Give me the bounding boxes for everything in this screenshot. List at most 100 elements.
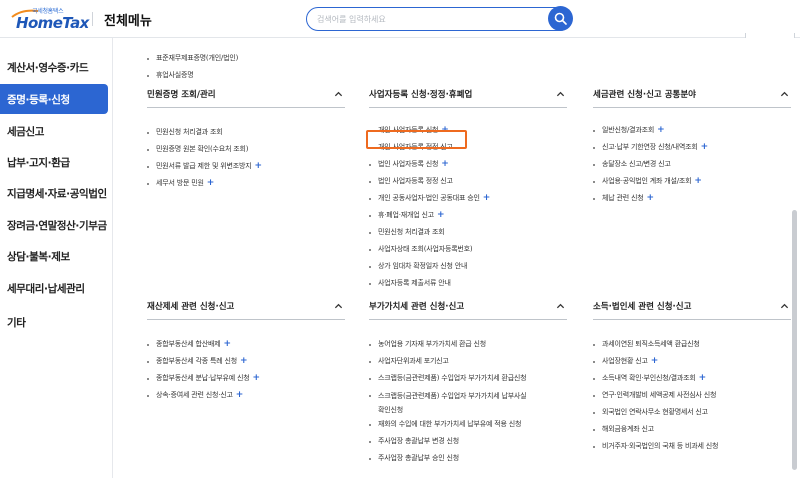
menu-link-label: 송달장소 신고/변경 신고: [602, 160, 671, 168]
plus-icon[interactable]: +: [694, 176, 702, 186]
menu-link[interactable]: 종합부동산세 분납·납부유예 신청 +: [147, 370, 260, 387]
plus-icon[interactable]: +: [699, 373, 707, 383]
section-list: 농어업용 기자재 부가가치세 환급 신청사업자단위과세 포기신고스크랩등(금관련…: [369, 336, 569, 467]
sidebar-item-label: 계산서·영수증·카드: [7, 61, 89, 74]
scrollbar[interactable]: [792, 210, 797, 470]
menu-link-label: 일반신청/결과조회: [602, 126, 655, 134]
sidebar-item[interactable]: 세무대리·납세관리: [0, 273, 108, 303]
menu-link[interactable]: 세무서 방문 민원 +: [147, 175, 262, 192]
plus-icon[interactable]: +: [483, 193, 491, 203]
menu-link[interactable]: 민원신청 처리결과 조회: [147, 124, 262, 141]
chevron-up-icon[interactable]: [780, 90, 789, 99]
plus-icon[interactable]: +: [207, 178, 215, 188]
menu-link[interactable]: 비거주자·외국법인의 국채 등 비과세 신청: [593, 438, 718, 455]
menu-link[interactable]: 사업장현황 신고 +: [593, 353, 718, 370]
menu-link-label: 사업장현황 신고: [602, 357, 648, 365]
menu-link[interactable]: 사업자등록 제출서류 안내: [369, 275, 490, 292]
plus-icon[interactable]: +: [701, 142, 709, 152]
sidebar-item[interactable]: 계산서·영수증·카드: [0, 52, 108, 82]
menu-link[interactable]: 과세이연된 퇴직소득세액 환급신청: [593, 336, 718, 353]
menu-link[interactable]: 외국법인 연락사무소 현황명세서 신고: [593, 404, 718, 421]
section-header[interactable]: 부가가치세 관련 신청·신고: [369, 300, 567, 320]
menu-link-label: 스크랩등(금관련제품) 수입업자 부가가치세 납부사실: [378, 392, 527, 400]
menu-link[interactable]: 스크랩등(금관련제품) 수입업자 부가가치세 환급신청: [369, 370, 569, 387]
sidebar-item[interactable]: 상담·불복·제보: [0, 241, 108, 271]
menu-link[interactable]: 신고·납부 기한연장 신청/내역조회 +: [593, 139, 708, 156]
plus-icon[interactable]: +: [651, 356, 659, 366]
menu-link-label: 휴·폐업·재개업 신고: [378, 211, 434, 219]
menu-link[interactable]: 종합부동산세 합산배제 +: [147, 336, 260, 353]
sidebar-item[interactable]: 세금신고: [0, 116, 108, 146]
menu-link[interactable]: 연구·인력개발비 세액공제 사전심사 신청: [593, 387, 718, 404]
sidebar-item-label: 납부·고지·환급: [7, 156, 70, 169]
menu-link[interactable]: 민원신청 처리결과 조회: [369, 224, 490, 241]
sidebar-item[interactable]: 기타: [0, 307, 108, 337]
menu-link[interactable]: 체납 관련 신청 +: [593, 190, 708, 207]
chevron-up-icon[interactable]: [334, 302, 343, 311]
sidebar-item[interactable]: 증명·등록·신청: [0, 84, 108, 114]
menu-link[interactable]: 표준재무제표증명(개인/법인): [147, 50, 238, 67]
plus-icon[interactable]: +: [657, 125, 665, 135]
menu-link[interactable]: 법인 사업자등록 정정 신고: [369, 173, 490, 190]
plus-icon[interactable]: +: [647, 193, 655, 203]
menu-link-label: 재화의 수입에 대한 부가가치세 납부유예 적용 신청: [378, 420, 522, 428]
sidebar-item-label: 세무대리·납세관리: [7, 282, 85, 295]
menu-link-label: 농어업용 기자재 부가가치세 환급 신청: [378, 340, 486, 348]
section-header[interactable]: 재산제세 관련 신청·신고: [147, 300, 345, 320]
hometax-logo[interactable]: 국세청홈택스 HomeTax: [10, 6, 89, 34]
menu-link-label: 종합부동산세 분납·납부유예 신청: [156, 374, 250, 382]
menu-link[interactable]: 소득내역 확인·부인신청/결과조회 +: [593, 370, 718, 387]
menu-link[interactable]: 상속·증여세 관련 신청·신고 +: [147, 387, 260, 404]
menu-link[interactable]: 주사업장 총괄납부 변경 신청: [369, 433, 569, 450]
menu-link-label: 사업자단위과세 포기신고: [378, 357, 449, 365]
menu-link[interactable]: 사업자단위과세 포기신고: [369, 353, 569, 370]
menu-link-label: 해외금융계좌 신고: [602, 425, 654, 433]
plus-icon[interactable]: +: [240, 356, 248, 366]
menu-link[interactable]: 스크랩등(금관련제품) 수입업자 부가가치세 납부사실 확인신청: [369, 387, 569, 416]
search-input[interactable]: [317, 11, 537, 27]
section-title: 민원증명 조회/관리: [147, 90, 216, 100]
sidebar-item[interactable]: 납부·고지·환급: [0, 147, 108, 177]
menu-link[interactable]: 민원증명 원본 확인(수요처 조회): [147, 141, 262, 158]
sidebar-item-label: 지급명세·자료·공익법인: [7, 187, 107, 200]
menu-link[interactable]: 사업용·공익법인 계좌 개설/조회 +: [593, 173, 708, 190]
menu-link[interactable]: 휴업사실증명: [147, 67, 238, 84]
section-title: 소득·법인세 관련 신청·신고: [593, 302, 692, 312]
menu-link[interactable]: 사업자상태 조회(사업자등록번호): [369, 241, 490, 258]
menu-link[interactable]: 송달장소 신고/변경 신고: [593, 156, 708, 173]
sidebar-item[interactable]: 지급명세·자료·공익법인: [0, 178, 108, 208]
menu-link[interactable]: 개인 공동사업자·법인 공동대표 승인 +: [369, 190, 490, 207]
menu-link-label: 개인 공동사업자·법인 공동대표 승인: [378, 194, 480, 202]
menu-link[interactable]: 해외금융계좌 신고: [593, 421, 718, 438]
menu-link[interactable]: 휴·폐업·재개업 신고 +: [369, 207, 490, 224]
section-header[interactable]: 민원증명 조회/관리: [147, 88, 345, 108]
menu-link[interactable]: 농어업용 기자재 부가가치세 환급 신청: [369, 336, 569, 353]
menu-link-label: 민원신청 처리결과 조회: [156, 128, 223, 136]
chevron-up-icon[interactable]: [556, 90, 565, 99]
plus-icon[interactable]: +: [252, 373, 260, 383]
plus-icon[interactable]: +: [223, 339, 231, 349]
menu-link-label: 사업자등록 제출서류 안내: [378, 279, 451, 287]
menu-link[interactable]: 법인 사업자등록 신청 +: [369, 156, 490, 173]
menu-link-label: 사업자상태 조회(사업자등록번호): [378, 245, 473, 253]
plus-icon[interactable]: +: [254, 161, 262, 171]
section-header[interactable]: 사업자등록 신청·정정·휴폐업: [369, 88, 567, 108]
menu-link-label: 스크랩등(금관련제품) 수입업자 부가가치세 환급신청: [378, 374, 527, 382]
search-button[interactable]: [548, 6, 573, 31]
section-header[interactable]: 세금관련 신청·신고 공통분야: [593, 88, 791, 108]
menu-link[interactable]: 주사업장 총괄납부 승인 신청: [369, 450, 569, 467]
plus-icon[interactable]: +: [441, 159, 449, 169]
chevron-up-icon[interactable]: [334, 90, 343, 99]
menu-link-label: 비거주자·외국법인의 국채 등 비과세 신청: [602, 442, 719, 450]
menu-link[interactable]: 재화의 수입에 대한 부가가치세 납부유예 적용 신청: [369, 416, 569, 433]
chevron-up-icon[interactable]: [556, 302, 565, 311]
chevron-up-icon[interactable]: [780, 302, 789, 311]
plus-icon[interactable]: +: [236, 390, 244, 400]
sidebar-item[interactable]: 장려금·연말정산·기부금: [0, 210, 108, 240]
menu-link[interactable]: 상가 임대차 확정일자 신청 안내: [369, 258, 490, 275]
plus-icon[interactable]: +: [437, 210, 445, 220]
menu-link[interactable]: 일반신청/결과조회 +: [593, 122, 708, 139]
section-header[interactable]: 소득·법인세 관련 신청·신고: [593, 300, 791, 320]
menu-link[interactable]: 종합부동산세 각종 특례 신청 +: [147, 353, 260, 370]
menu-link[interactable]: 민원서류 발급 제한 및 위변조방지 +: [147, 158, 262, 175]
